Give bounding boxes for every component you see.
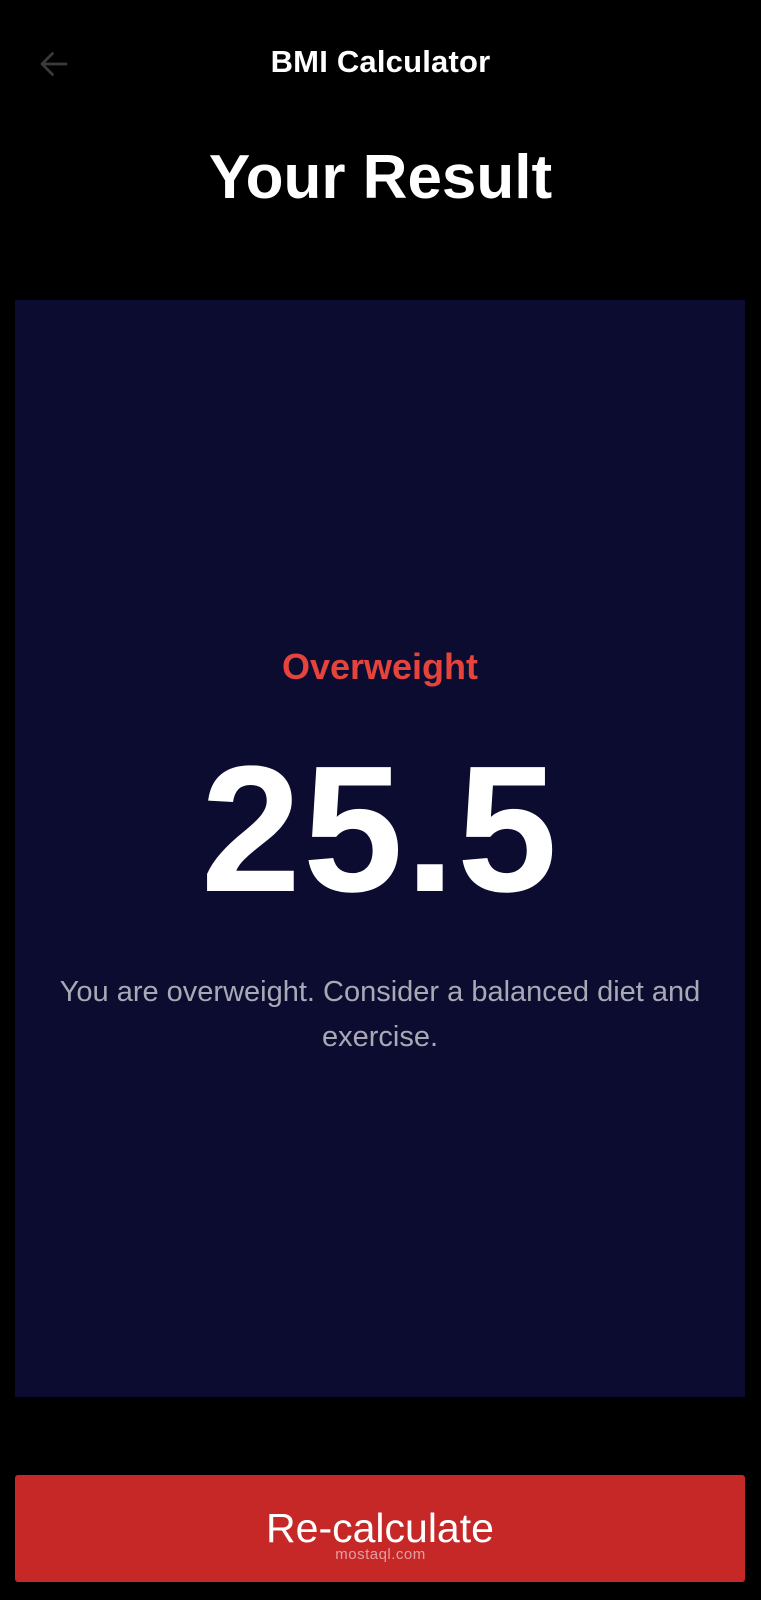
app-bar: BMI Calculator — [0, 0, 761, 128]
recalculate-button[interactable]: Re-calculate — [15, 1475, 745, 1582]
bmi-status-label: Overweight — [281, 646, 479, 687]
page-title: Your Result — [208, 143, 553, 212]
bmi-message: You are overweight. Consider a balanced … — [59, 976, 701, 1053]
bmi-value: 25.5 — [200, 729, 560, 930]
watermark: mostaql.com — [335, 1546, 426, 1563]
result-card: Overweight 25.5 You are overweight. Cons… — [15, 300, 745, 1397]
app-bar-title: BMI Calculator — [270, 44, 491, 79]
